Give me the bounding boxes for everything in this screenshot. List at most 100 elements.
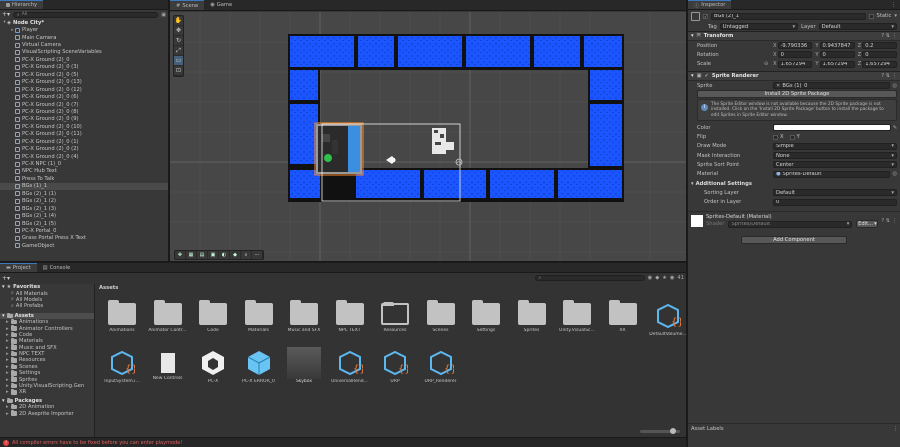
asset-item[interactable]: {}UniversalRend...	[330, 350, 370, 384]
hierarchy-item[interactable]: Press To Talk	[0, 175, 168, 182]
asset-item[interactable]: Animations	[102, 300, 142, 333]
active-checkbox[interactable]: ✓	[703, 13, 708, 19]
rect-tool-icon[interactable]: ▭	[174, 56, 183, 66]
hierarchy-item[interactable]: PC-X Ground (2)_0 (4)	[0, 153, 168, 160]
add-icon[interactable]: +▾	[2, 275, 10, 282]
asset-item[interactable]: Unity.VisualSc...	[557, 300, 597, 333]
link-icon[interactable]: ⊝	[764, 61, 773, 67]
paint-icon[interactable]: ▣	[208, 251, 219, 259]
static-checkbox[interactable]	[868, 13, 874, 19]
asset-item[interactable]: Sprites	[512, 300, 552, 333]
fill-icon[interactable]: ◆	[230, 251, 241, 259]
hierarchy-item[interactable]: PC-X Ground (2)_0 (5)	[0, 71, 168, 78]
hierarchy-item[interactable]: BGs (1)_1	[0, 182, 168, 191]
rotation-z-field[interactable]: 0	[862, 51, 897, 59]
asset-item[interactable]: {}InputSystem.i...	[102, 350, 142, 384]
rotate-tool-icon[interactable]: ↻	[174, 36, 183, 46]
tab-hierarchy[interactable]: Hierarchy	[0, 0, 44, 9]
rotation-y-field[interactable]: 0	[819, 51, 855, 59]
mask-interaction-dropdown[interactable]: None	[773, 152, 897, 160]
overlay-menu-icon[interactable]: ⋯	[252, 251, 263, 259]
install-2d-sprite-button[interactable]: Install 2D Sprite Package	[697, 90, 897, 99]
star-filter-icon[interactable]: ★	[662, 275, 667, 281]
hierarchy-item[interactable]: BGs (2)_1 (2)	[0, 198, 168, 205]
project-search-input[interactable]: ⌕	[534, 275, 645, 281]
asset-item[interactable]: XR	[603, 300, 643, 333]
scale-tool-icon[interactable]: ⤢	[174, 46, 183, 56]
hierarchy-item[interactable]: PC-X Ground (2)_0 (7)	[0, 101, 168, 108]
asset-item[interactable]: {}DefaultVolume...	[648, 303, 688, 337]
scene-canvas[interactable]	[170, 12, 686, 261]
tab-project[interactable]: ▬ Project	[0, 263, 37, 272]
project-sidebar-item[interactable]: ⌕ All Prefabs	[0, 303, 94, 309]
zoom-icon[interactable]: ⌕	[241, 251, 252, 259]
hierarchy-item[interactable]: PC-X Ground (2)_0 (12)	[0, 86, 168, 93]
eyedropper-icon[interactable]: ✎	[893, 125, 897, 131]
hierarchy-item[interactable]: BGs (2)_1 (5)	[0, 220, 168, 227]
layer-dropdown[interactable]: Default	[818, 23, 897, 30]
tab-game[interactable]: ◉ Game	[204, 0, 238, 10]
tab-scene[interactable]: # Scene	[170, 0, 205, 10]
hierarchy-item[interactable]: Virtual Camera	[0, 41, 168, 48]
scale-z-field[interactable]: 1.657294	[862, 60, 897, 68]
asset-item[interactable]: Materials	[239, 300, 279, 333]
lock-icon[interactable]: ⋮	[891, 2, 896, 8]
flip-x-checkbox[interactable]	[773, 134, 778, 140]
tile-palette-icon[interactable]: ▦	[186, 251, 197, 259]
player-sprite[interactable]	[386, 156, 396, 164]
hand-tool-icon[interactable]: ✋	[174, 16, 183, 26]
hierarchy-item[interactable]: PC-X Ground (2)_0 (3)	[0, 64, 168, 71]
hierarchy-item[interactable]: PC-X Ground (2)_0 (1)	[0, 138, 168, 145]
sort-point-dropdown[interactable]: Center	[773, 161, 897, 169]
tag-dropdown[interactable]: Untagged	[719, 23, 799, 30]
hierarchy-item[interactable]: ▸ Player	[0, 26, 168, 33]
position-z-field[interactable]: 0.2	[862, 42, 897, 50]
asset-item[interactable]: PC-X	[193, 350, 233, 384]
component-menu-icon[interactable]: ? ⇅ ⋮	[881, 218, 897, 224]
add-icon[interactable]: +▾	[2, 11, 10, 18]
position-x-field[interactable]: -9.790336	[777, 42, 813, 50]
visibility-icon[interactable]: ◉	[670, 275, 675, 281]
asset-item[interactable]: Skybox	[284, 347, 324, 384]
flip-y-checkbox[interactable]	[789, 134, 795, 140]
asset-item[interactable]: Scenes	[421, 300, 461, 333]
status-bar[interactable]: ! All compiler errors have to be fixed b…	[0, 437, 686, 447]
tab-console[interactable]: ▤ Console	[37, 263, 77, 272]
rotation-x-field[interactable]: 0	[777, 51, 813, 59]
asset-item[interactable]: Code	[193, 300, 233, 333]
hierarchy-item[interactable]: PC-X Ground (2)_0 (8)	[0, 108, 168, 115]
tiles-top-row[interactable]	[288, 34, 624, 70]
asset-item[interactable]: {}URP	[375, 350, 415, 384]
hierarchy-item[interactable]: PC-X Ground (2)_0 (10)	[0, 123, 168, 130]
move-handle-icon[interactable]: ✥	[175, 251, 186, 259]
object-picker-icon[interactable]: ◎	[892, 171, 897, 177]
hierarchy-item[interactable]: PC-X Ground (2)_0	[0, 56, 168, 63]
edit-shader-button[interactable]: Edit... ▾	[856, 220, 879, 229]
asset-item[interactable]: Resources	[375, 302, 415, 333]
component-menu-icon[interactable]: ? ⇅ ⋮	[881, 33, 897, 39]
asset-item[interactable]: {}URP_Renderer	[421, 350, 461, 384]
filter-label-icon[interactable]: ◆	[655, 275, 659, 281]
hierarchy-item[interactable]: GameObject	[0, 242, 168, 249]
object-name-field[interactable]: BGs (2)_1	[711, 12, 866, 20]
hierarchy-item[interactable]: Main Camera	[0, 34, 168, 41]
hierarchy-item[interactable]: PC-X Ground (2)_0 (6)	[0, 93, 168, 100]
move-tool-icon[interactable]: ✥	[174, 26, 183, 36]
hierarchy-item[interactable]: BGs (2)_1 (3)	[0, 205, 168, 212]
tab-inspector[interactable]: ⓘ Inspector	[688, 0, 732, 9]
color-swatch[interactable]	[773, 124, 891, 132]
asset-item[interactable]: Settings	[466, 300, 506, 333]
hierarchy-item[interactable]: PC-X Ground (2)_0 (9)	[0, 116, 168, 123]
scene-viewport[interactable]: ✋ ✥ ↻ ⤢ ▭ ⊡ ✥ ▦ ▤ ▣ ◐ ◆ ⌕ ⋯	[170, 12, 686, 261]
hierarchy-item[interactable]: BGs (2)_1 (4)	[0, 212, 168, 219]
component-enabled-checkbox[interactable]: ✓	[705, 73, 709, 79]
sprite-renderer-header[interactable]: ▾ ▣ ✓ Sprite Renderer ? ⇅ ⋮	[688, 70, 900, 81]
asset-item[interactable]: Music and SFX	[284, 300, 324, 333]
hierarchy-search-input[interactable]: ⌕ All	[13, 11, 159, 18]
component-menu-icon[interactable]: ? ⇅ ⋮	[881, 73, 897, 79]
scale-y-field[interactable]: 1.657294	[819, 60, 855, 68]
project-sidebar-item[interactable]: ▸ 2D Aseprite Importer	[0, 410, 94, 417]
transform-header[interactable]: ▾ ⤧ Transform ? ⇅ ⋮	[688, 31, 900, 41]
hierarchy-item[interactable]: VisualScripting SceneVariables	[0, 49, 168, 56]
hierarchy-item[interactable]: NPC Hub Text	[0, 168, 168, 175]
